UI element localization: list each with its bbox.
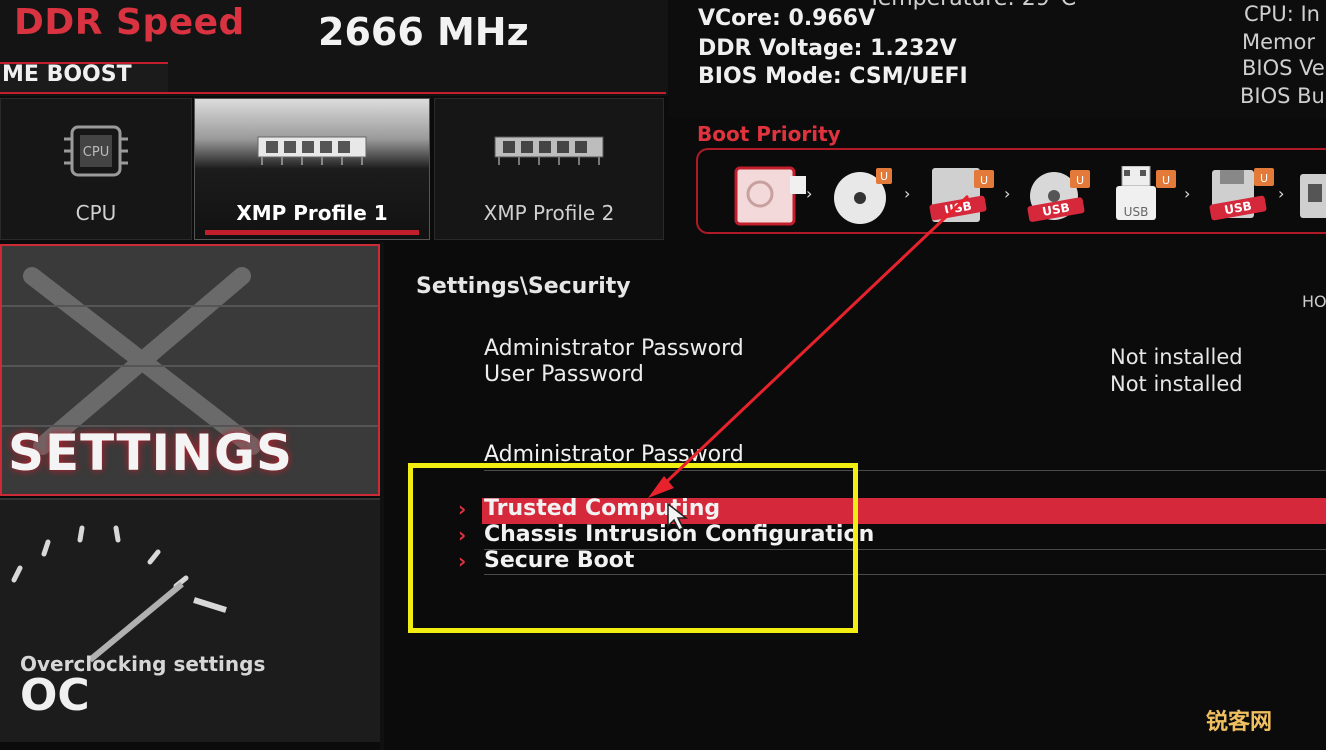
mouse-cursor-icon bbox=[666, 502, 692, 536]
annotation-arrow bbox=[648, 194, 970, 498]
watermark: 锐客网 bbox=[1206, 710, 1273, 735]
